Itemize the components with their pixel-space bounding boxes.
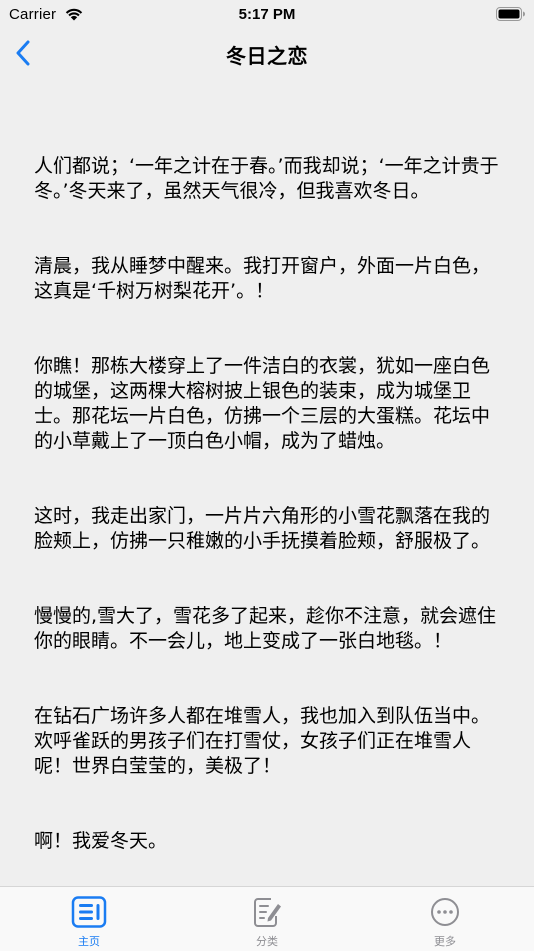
article-paragraph: 啊！我爱冬天。 bbox=[34, 830, 168, 852]
article-paragraph: 这时，我走出家门，一片片六角形的小雪花飘落在我的脸颊上，仿拂一只稚嫩的小手抚摸着… bbox=[34, 505, 491, 552]
article-paragraph: 你瞧！那栋大楼穿上了一件洁白的衣裳，犹如一座白色的城堡，这两棵大榕树披上银色的装… bbox=[34, 355, 491, 452]
tab-category[interactable]: 分类 bbox=[178, 887, 356, 951]
tab-label: 分类 bbox=[256, 935, 278, 948]
article-paragraph: 在钻石广场许多人都在堆雪人，我也加入到队伍当中。欢呼雀跃的男孩子们在打雪仗，女孩… bbox=[34, 705, 491, 777]
tab-bar: 主页 分类 更多 bbox=[0, 886, 534, 951]
battery-icon bbox=[496, 7, 525, 21]
navigation-bar: 冬日之恋 bbox=[0, 28, 534, 80]
tab-label: 主页 bbox=[78, 935, 100, 948]
article-paragraph: 慢慢的,雪大了，雪花多了起来，趁你不注意，就会遮住你的眼睛。不一会儿，地上变成了… bbox=[34, 605, 497, 652]
article-paragraph: 人们都说；‘一年之计在于春。’而我却说；‘一年之计贵于冬。’冬天来了，虽然天气很… bbox=[34, 155, 499, 202]
article-body: 人们都说；‘一年之计在于春。’而我却说；‘一年之计贵于冬。’冬天来了，虽然天气很… bbox=[34, 104, 502, 879]
more-dots-icon bbox=[431, 898, 459, 926]
tab-more[interactable]: 更多 bbox=[356, 887, 534, 951]
page-title: 冬日之恋 bbox=[226, 44, 308, 68]
status-bar: Carrier 5:17 PM bbox=[0, 0, 534, 28]
status-time: 5:17 PM bbox=[238, 6, 296, 23]
home-list-icon bbox=[71, 896, 107, 928]
edit-document-icon bbox=[254, 898, 281, 927]
article-paragraph: 清晨，我从睡梦中醒来。我打开窗户，外面一片白色，这真是‘千树万树梨花开’。！ bbox=[34, 255, 491, 302]
tab-label: 更多 bbox=[434, 935, 456, 948]
tab-home[interactable]: 主页 bbox=[0, 887, 178, 951]
